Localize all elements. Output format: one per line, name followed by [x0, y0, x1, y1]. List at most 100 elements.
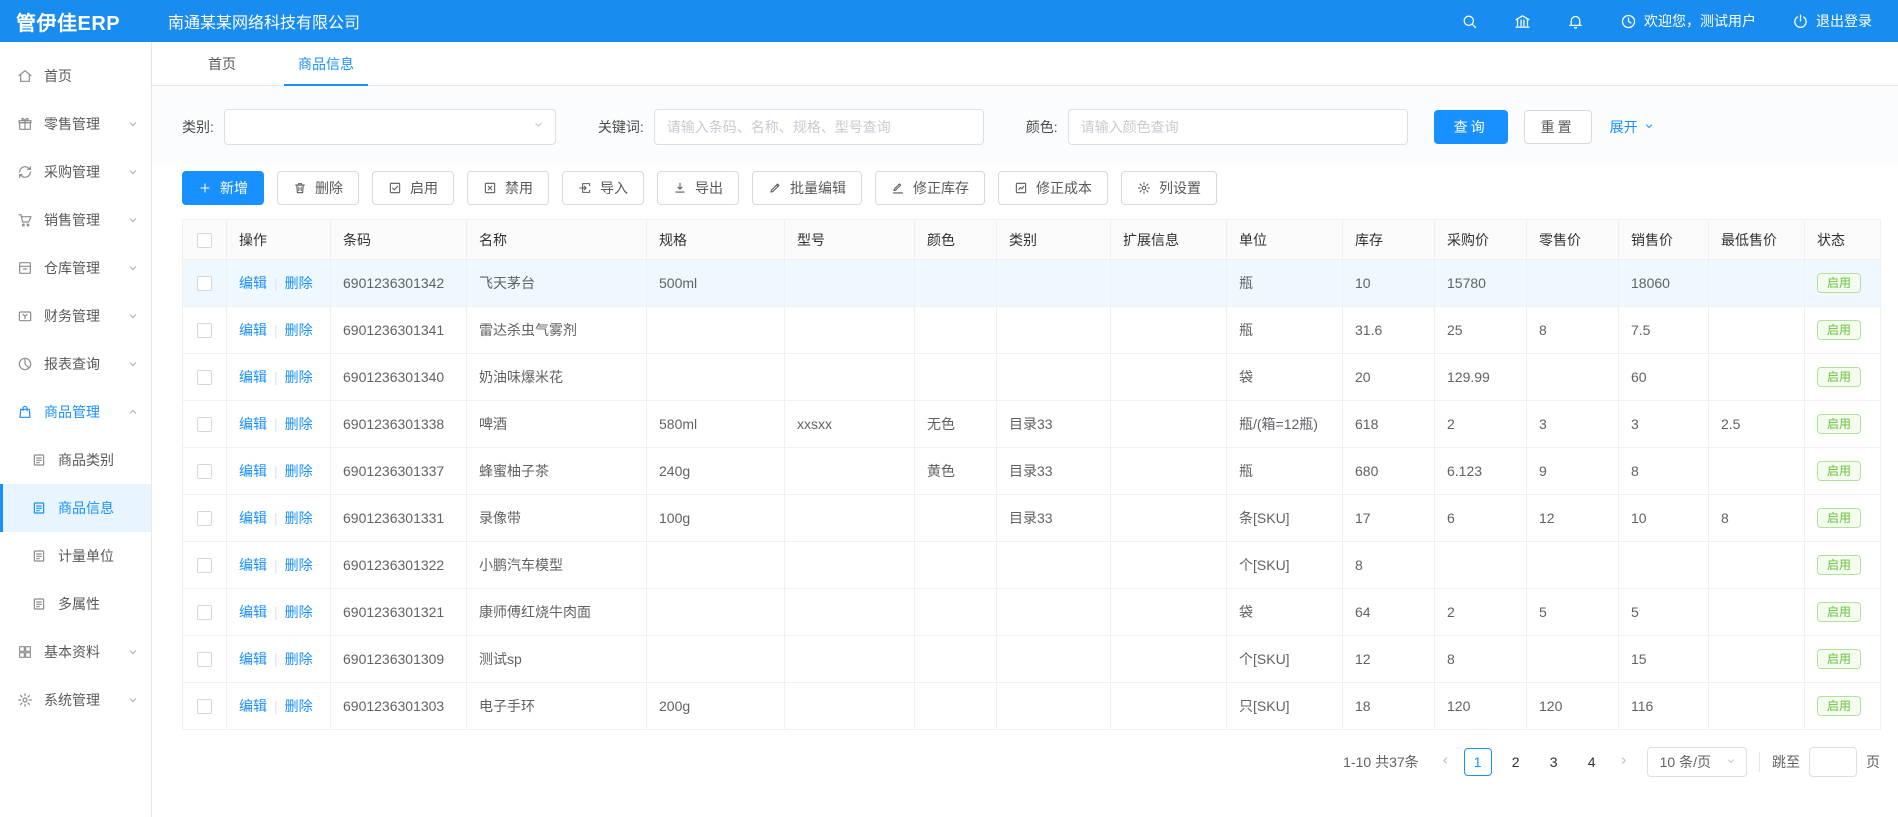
expand-label: 展开	[1610, 117, 1638, 137]
prev-page-button[interactable]	[1433, 748, 1459, 776]
fix-cost-button[interactable]: 修正成本	[998, 171, 1108, 205]
color-input[interactable]	[1068, 109, 1408, 145]
delete-link[interactable]: 删除	[285, 416, 313, 432]
sidebar-item-purchase[interactable]: 采购管理	[0, 148, 151, 196]
row-checkbox[interactable]	[197, 511, 212, 526]
delete-link[interactable]: 删除	[285, 369, 313, 385]
search-button[interactable]: 查询	[1434, 110, 1508, 144]
cell-name: 奶油味爆米花	[467, 354, 647, 401]
sidebar-item-product-mgmt[interactable]: 商品管理	[0, 388, 151, 436]
cell-color	[915, 495, 997, 542]
row-checkbox[interactable]	[197, 464, 212, 479]
edit-link[interactable]: 编辑	[239, 651, 267, 667]
row-checkbox[interactable]	[197, 323, 212, 338]
sidebar-item-reports[interactable]: 报表查询	[0, 340, 151, 388]
expand-link[interactable]: 展开	[1610, 117, 1655, 137]
enable-button[interactable]: 启用	[372, 171, 454, 205]
next-page-button[interactable]	[1611, 748, 1637, 776]
category-select[interactable]	[224, 109, 556, 145]
sidebar-item-warehouse[interactable]: 仓库管理	[0, 244, 151, 292]
pagination: 1-10 共37条 1234 10 条/页 跳至 页	[152, 730, 1898, 777]
delete-link[interactable]: 删除	[285, 651, 313, 667]
cell-status: 启用	[1805, 354, 1881, 401]
bank-icon[interactable]	[1514, 13, 1531, 30]
delete-link[interactable]: 删除	[285, 698, 313, 714]
sidebar-item-basic-data[interactable]: 基本资料	[0, 628, 151, 676]
page-button-2[interactable]: 2	[1502, 748, 1530, 776]
sidebar-item-product-category[interactable]: 商品类别	[0, 436, 151, 484]
column-settings-button[interactable]: 列设置	[1121, 171, 1217, 205]
export-button[interactable]: 导出	[657, 171, 739, 205]
sidebar-item-product-info[interactable]: 商品信息	[0, 484, 151, 532]
row-checkbox[interactable]	[197, 605, 212, 620]
sidebar-item-finance[interactable]: 财务管理	[0, 292, 151, 340]
tab-home[interactable]: 首页	[194, 42, 250, 85]
delete-link[interactable]: 删除	[285, 275, 313, 291]
column-header-ops: 操作	[227, 220, 331, 260]
cell-unit: 瓶/(箱=12瓶)	[1227, 401, 1343, 448]
row-checkbox[interactable]	[197, 276, 212, 291]
page-size-select[interactable]: 10 条/页	[1647, 747, 1747, 777]
ops-cell: 编辑|删除	[227, 307, 331, 354]
delete-link[interactable]: 删除	[285, 322, 313, 338]
button-label: 导入	[600, 178, 628, 198]
import-button[interactable]: 导入	[562, 171, 644, 205]
edit-link[interactable]: 编辑	[239, 557, 267, 573]
disable-button[interactable]: 禁用	[467, 171, 549, 205]
table-row: 编辑|删除6901236301342飞天茅台500ml瓶101578018060…	[183, 260, 1881, 307]
page-button-1[interactable]: 1	[1464, 748, 1492, 776]
logout-button[interactable]: 退出登录	[1792, 11, 1872, 31]
edit-link[interactable]: 编辑	[239, 369, 267, 385]
select-all-checkbox[interactable]	[197, 233, 212, 248]
op-divider: |	[274, 698, 278, 714]
sidebar-item-sales[interactable]: 销售管理	[0, 196, 151, 244]
cell-barcode: 6901236301322	[331, 542, 467, 589]
sidebar-item-measure-unit[interactable]: 计量单位	[0, 532, 151, 580]
notification-bell-icon[interactable]	[1567, 13, 1584, 30]
edit-link[interactable]: 编辑	[239, 510, 267, 526]
delete-link[interactable]: 删除	[285, 510, 313, 526]
jump-to-input[interactable]	[1809, 747, 1857, 777]
edit-link[interactable]: 编辑	[239, 698, 267, 714]
page-button-3[interactable]: 3	[1540, 748, 1568, 776]
edit-link[interactable]: 编辑	[239, 275, 267, 291]
sidebar-item-label: 系统管理	[44, 690, 100, 710]
row-checkbox[interactable]	[197, 558, 212, 573]
search-icon[interactable]	[1461, 13, 1478, 30]
ops-cell: 编辑|删除	[227, 589, 331, 636]
cell-purchase_price	[1435, 542, 1527, 589]
row-checkbox[interactable]	[197, 699, 212, 714]
edit-link[interactable]: 编辑	[239, 463, 267, 479]
delete-link[interactable]: 删除	[285, 463, 313, 479]
add-button[interactable]: 新增	[182, 171, 264, 205]
cell-stock: 10	[1343, 260, 1435, 307]
page-button-4[interactable]: 4	[1578, 748, 1606, 776]
tab-product-info[interactable]: 商品信息	[284, 42, 368, 85]
delete-link[interactable]: 删除	[285, 604, 313, 620]
delete-link[interactable]: 删除	[285, 557, 313, 573]
fix-stock-button[interactable]: 修正库存	[875, 171, 985, 205]
cell-model	[785, 589, 915, 636]
edit-link[interactable]: 编辑	[239, 604, 267, 620]
sidebar-item-multi-attr[interactable]: 多属性	[0, 580, 151, 628]
sidebar-item-retail[interactable]: 零售管理	[0, 100, 151, 148]
edit-link[interactable]: 编辑	[239, 322, 267, 338]
jump-to-label: 跳至	[1772, 752, 1800, 772]
sidebar-item-home[interactable]: 首页	[0, 52, 151, 100]
sidebar-item-label: 计量单位	[58, 546, 114, 566]
edit-link[interactable]: 编辑	[239, 416, 267, 432]
delete-button[interactable]: 删除	[277, 171, 359, 205]
main-content: 首页商品信息 类别: 关键词: 颜色: 查询 重置 展开 新增删除启用禁用导入导…	[152, 42, 1898, 817]
chevron-right-icon	[1617, 754, 1630, 770]
sidebar-item-system-mgmt[interactable]: 系统管理	[0, 676, 151, 724]
ops-cell: 编辑|删除	[227, 495, 331, 542]
row-checkbox[interactable]	[197, 417, 212, 432]
row-checkbox[interactable]	[197, 370, 212, 385]
batch-edit-button[interactable]: 批量编辑	[752, 171, 862, 205]
row-checkbox[interactable]	[197, 652, 212, 667]
status-badge: 启用	[1817, 414, 1861, 434]
reset-button[interactable]: 重置	[1524, 110, 1592, 144]
cell-color	[915, 307, 997, 354]
cell-status: 启用	[1805, 636, 1881, 683]
keyword-input[interactable]	[654, 109, 984, 145]
